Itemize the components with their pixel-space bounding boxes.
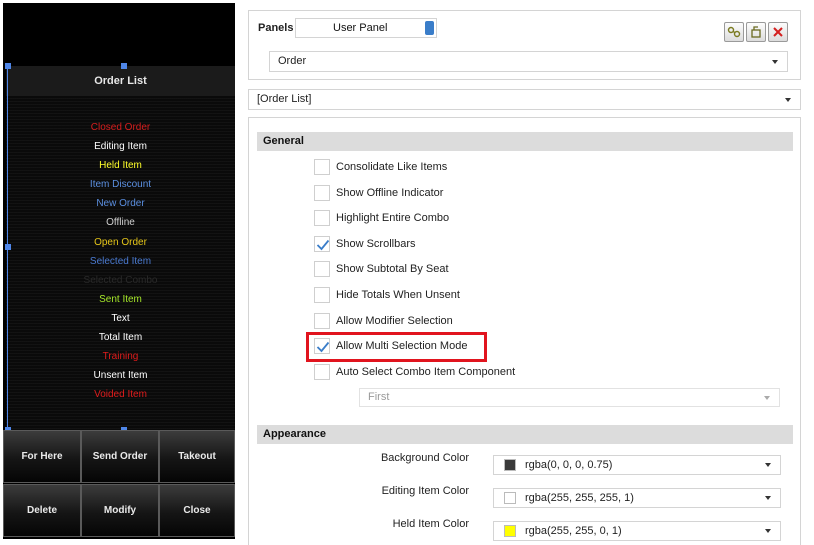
- order-select-value: Order: [278, 55, 307, 67]
- option-label: Consolidate Like Items: [336, 161, 448, 173]
- auto-select-component-select[interactable]: First: [359, 388, 780, 407]
- option-label: Show Offline Indicator: [336, 187, 444, 199]
- component-select[interactable]: [Order List]: [248, 89, 801, 110]
- option-label: Auto Select Combo Item Component: [336, 366, 516, 378]
- panel-selector-box: Panels User Panel Order: [248, 10, 801, 80]
- option-label: Show Scrollbars: [336, 238, 416, 250]
- held-item-color-select[interactable]: rgba(255, 255, 0, 1): [493, 521, 781, 541]
- editing-item-color-label: Editing Item Color: [381, 485, 469, 497]
- list-item-selected-item: Selected Item: [89, 256, 152, 267]
- chevron-down-icon: [765, 463, 771, 467]
- checkbox[interactable]: [314, 313, 330, 329]
- checkbox[interactable]: [314, 364, 330, 380]
- option-label: Allow Modifier Selection: [336, 315, 453, 327]
- order-list-body[interactable]: Closed Order Editing Item Held Item Item…: [6, 96, 235, 432]
- list-item-training: Training: [102, 351, 139, 362]
- checkbox[interactable]: [314, 236, 330, 252]
- editing-item-color-value: rgba(255, 255, 255, 1): [525, 492, 634, 504]
- list-item-selected-combo: Selected Combo: [83, 275, 158, 286]
- list-item-offline: Offline: [106, 217, 135, 228]
- close-icon[interactable]: [768, 22, 788, 42]
- link-settings-icon[interactable]: [724, 22, 744, 42]
- checkmark-icon: [316, 239, 330, 251]
- list-item-voided-item: Voided Item: [94, 389, 147, 400]
- component-select-value: [Order List]: [257, 93, 312, 105]
- resize-handle-top[interactable]: [121, 63, 127, 69]
- checkbox[interactable]: [314, 210, 330, 226]
- background-color-label: Background Color: [380, 452, 469, 464]
- for-here-button[interactable]: For Here: [3, 430, 81, 483]
- held-item-color-value: rgba(255, 255, 0, 1): [525, 525, 622, 537]
- chevron-down-icon: [772, 60, 778, 64]
- order-list-preview: Order List Closed Order Editing Item Hel…: [3, 3, 235, 539]
- background-color-value: rgba(0, 0, 0, 0.75): [525, 459, 613, 471]
- background-color-select[interactable]: rgba(0, 0, 0, 0.75): [493, 455, 781, 475]
- editing-item-color-select[interactable]: rgba(255, 255, 255, 1): [493, 488, 781, 508]
- auto-select-value: First: [368, 391, 390, 403]
- takeout-button[interactable]: Takeout: [159, 430, 235, 483]
- checkbox[interactable]: [314, 287, 330, 303]
- annotation-highlight-box: [306, 332, 487, 362]
- color-swatch: [504, 492, 516, 504]
- edit-panel-icon[interactable]: [746, 22, 766, 42]
- resize-handle-left[interactable]: [5, 244, 11, 250]
- list-item-unsent-item: Unsent Item: [93, 370, 148, 381]
- chevron-down-icon: [785, 98, 791, 102]
- appearance-section-header[interactable]: Appearance: [257, 425, 793, 444]
- option-label: Highlight Entire Combo: [336, 212, 450, 224]
- close-button[interactable]: Close: [159, 484, 235, 537]
- list-item-item-discount: Item Discount: [89, 179, 152, 190]
- resize-handle-top-left[interactable]: [5, 63, 11, 69]
- order-list-title: Order List: [6, 66, 235, 96]
- chevron-down-icon: [765, 529, 771, 533]
- list-item-sent-item: Sent Item: [99, 294, 142, 305]
- chevron-down-icon: [764, 396, 770, 400]
- general-section-header[interactable]: General: [257, 132, 793, 151]
- panels-label: Panels: [258, 22, 294, 34]
- option-label: Show Subtotal By Seat: [336, 263, 449, 275]
- delete-button[interactable]: Delete: [3, 484, 81, 537]
- held-item-color-label: Held Item Color: [392, 518, 469, 530]
- list-item-closed-order: Closed Order: [90, 122, 151, 133]
- list-item-total-item: Total Item: [98, 332, 143, 343]
- color-swatch: [504, 525, 516, 537]
- panel-select-value: User Panel: [333, 22, 388, 34]
- list-item-editing-item: Editing Item: [94, 141, 147, 152]
- modify-button[interactable]: Modify: [81, 484, 159, 537]
- list-item-open-order: Open Order: [94, 237, 147, 248]
- checkbox[interactable]: [314, 159, 330, 175]
- option-label: Hide Totals When Unsent: [336, 289, 460, 301]
- checkbox[interactable]: [314, 185, 330, 201]
- checkbox[interactable]: [314, 261, 330, 277]
- chevron-down-icon: [765, 496, 771, 500]
- properties-panel: General Consolidate Like Items Show Offl…: [248, 117, 801, 545]
- panel-select[interactable]: User Panel: [295, 18, 437, 38]
- list-item-text: Text: [111, 313, 130, 324]
- color-swatch: [504, 459, 516, 471]
- panel-select-toggle[interactable]: [425, 21, 434, 35]
- send-order-button[interactable]: Send Order: [81, 430, 159, 483]
- list-item-new-order: New Order: [96, 198, 145, 209]
- order-select[interactable]: Order: [269, 51, 788, 72]
- list-item-held-item: Held Item: [99, 160, 142, 171]
